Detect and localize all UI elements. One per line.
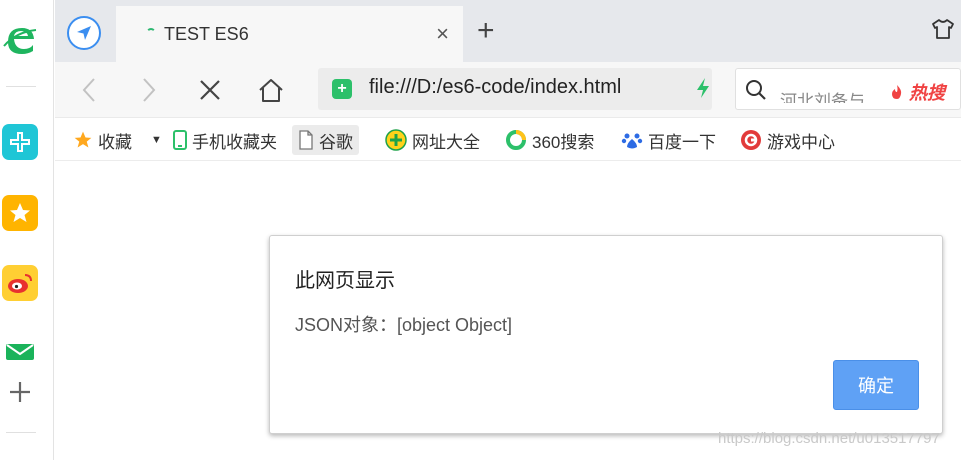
tab-bar: TEST ES6 × +: [55, 0, 961, 62]
skin-shirt-icon[interactable]: [931, 18, 955, 45]
weibo-icon[interactable]: [2, 265, 38, 301]
tab-title: TEST ES6: [164, 24, 249, 44]
bookmarks-bar: 收藏 ▼ 手机收藏夹 谷歌 网址大全 360搜索 百度一下 游戏中心: [55, 119, 961, 161]
close-tab-icon[interactable]: ×: [436, 22, 449, 46]
site-icon: [385, 129, 407, 151]
watermark: https://blog.csdn.net/u013517797: [718, 430, 940, 447]
add-icon[interactable]: [2, 374, 38, 410]
sidebar-divider: [6, 86, 36, 87]
fire-icon: [892, 85, 902, 99]
search360-icon: [505, 129, 527, 151]
loading-spinner-icon: [146, 28, 156, 38]
new-tab-button[interactable]: +: [477, 16, 495, 46]
mail-icon[interactable]: [2, 334, 38, 370]
star-icon[interactable]: [2, 195, 38, 231]
dialog-title: 此网页显示: [295, 270, 395, 292]
navigation-icon[interactable]: [67, 16, 101, 50]
bookmark-label: 收藏: [98, 132, 132, 152]
page-icon: [298, 130, 314, 150]
browser-logo-icon[interactable]: [2, 22, 38, 58]
alert-dialog: 此网页显示 JSON对象：[object Object] 确定: [269, 235, 943, 434]
tab-active[interactable]: TEST ES6 ×: [116, 6, 463, 62]
back-button[interactable]: [75, 76, 103, 104]
bookmark-360-search[interactable]: 360搜索: [505, 125, 594, 155]
hot-search-text: 热搜: [909, 83, 946, 103]
bookmark-game-center[interactable]: 游戏中心: [740, 125, 835, 155]
dialog-message: JSON对象：[object Object]: [295, 315, 513, 335]
lightning-icon[interactable]: [695, 77, 711, 104]
app-plus-icon[interactable]: [2, 124, 38, 160]
baidu-icon: [621, 129, 643, 151]
bookmark-label: 谷歌: [319, 132, 353, 152]
bookmark-baidu[interactable]: 百度一下: [621, 125, 716, 155]
bookmark-mobile[interactable]: 手机收藏夹: [173, 125, 277, 155]
phone-icon: [173, 130, 187, 150]
star-icon: [73, 130, 93, 150]
bookmark-site-nav[interactable]: 网址大全: [385, 125, 480, 155]
hot-search-label[interactable]: 热搜: [890, 79, 945, 105]
game-icon: [740, 129, 762, 151]
bookmark-label: 手机收藏夹: [192, 132, 277, 152]
bookmark-favorites[interactable]: 收藏: [73, 125, 132, 155]
ok-button[interactable]: 确定: [833, 360, 919, 410]
bookmark-label: 游戏中心: [767, 132, 835, 152]
bookmark-label: 网址大全: [412, 132, 480, 152]
search-box[interactable]: 河北刘备与 热搜: [735, 68, 961, 110]
forward-button[interactable]: [135, 76, 163, 104]
left-sidebar: [0, 0, 54, 460]
bookmark-label: 百度一下: [648, 132, 716, 152]
favorites-dropdown-icon[interactable]: ▼: [151, 125, 162, 155]
search-icon[interactable]: [744, 78, 768, 107]
search-suggestion: 河北刘备与: [780, 92, 865, 103]
toolbar: + file:///D:/es6-code/index.html 河北刘备与 热…: [55, 62, 961, 118]
bookmark-label: 360搜索: [532, 132, 595, 152]
sidebar-divider: [6, 432, 36, 433]
home-button[interactable]: [257, 76, 285, 104]
bookmark-google[interactable]: 谷歌: [292, 125, 359, 155]
address-bar[interactable]: + file:///D:/es6-code/index.html: [318, 68, 712, 110]
stop-loading-button[interactable]: [196, 76, 224, 104]
url-text[interactable]: file:///D:/es6-code/index.html: [369, 76, 621, 99]
secure-shield-icon: +: [332, 79, 352, 99]
